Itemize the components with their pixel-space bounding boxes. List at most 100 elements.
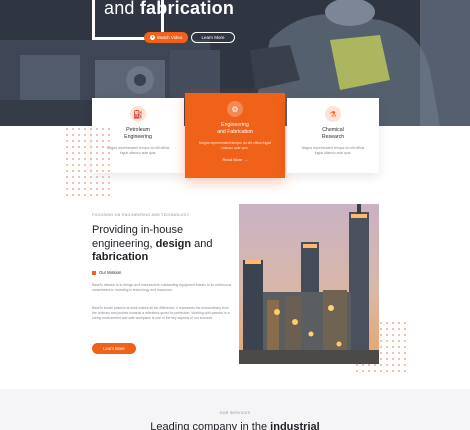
dot [392,346,394,348]
dot [72,140,74,142]
dot [84,188,86,190]
dot [380,364,382,366]
read-more-link[interactable]: Read More → [185,157,285,162]
dot [108,128,110,130]
dot [96,152,98,154]
hero-learn-more-button[interactable]: Learn More [191,32,235,43]
dot [398,322,400,324]
dot [380,328,382,330]
dot [102,188,104,190]
dot [96,176,98,178]
dot [72,164,74,166]
dot [78,182,80,184]
about-learn-more-button[interactable]: Learn More [92,343,136,354]
dot [72,188,74,190]
dot [404,340,406,342]
dot [72,152,74,154]
dot [102,128,104,130]
dot [72,158,74,160]
dot [108,146,110,148]
dot [90,134,92,136]
mission-heading: Our Mission [92,270,121,275]
dot [90,140,92,142]
dot [66,128,68,130]
dot [404,328,406,330]
dot [90,128,92,130]
dot [72,182,74,184]
dot [72,194,74,196]
dot [392,322,394,324]
services-eyebrow: OUR SERVICES [219,411,251,415]
dot [72,134,74,136]
dot [392,328,394,330]
dot [78,152,80,154]
dot [404,370,406,372]
dot [398,358,400,360]
dot [90,194,92,196]
dot [78,128,80,130]
about-title: Providing in-house engineering, design a… [92,224,213,263]
dot [380,352,382,354]
dot [386,328,388,330]
dot [386,346,388,348]
dot [362,364,364,366]
dot [78,194,80,196]
dot [404,334,406,336]
dot [380,322,382,324]
dot [72,146,74,148]
dot [84,170,86,172]
dot [66,158,68,160]
dot [84,182,86,184]
dot [66,152,68,154]
hero-title-regular: and [104,0,135,18]
dot [84,140,86,142]
dot [90,164,92,166]
arrow-right-icon: → [243,157,248,162]
dot [108,152,110,154]
mission-paragraph: Basel's mission is to design and manufac… [92,283,232,293]
about-eyebrow: FOCUSING ON ENGINEERING AND TECHNOLOGY [92,213,190,217]
dot [356,364,358,366]
dot [102,146,104,148]
passion-paragraph: Basel's innate passion at work makes all… [92,306,230,321]
dot [102,194,104,196]
dot [96,182,98,184]
dot [66,146,68,148]
dot [66,140,68,142]
hero-title: and fabrication [104,0,234,19]
dot [96,170,98,172]
dot [90,176,92,178]
dot [386,352,388,354]
dot [368,370,370,372]
service-card-fabrication[interactable]: ⚙ Engineering and Fabrication Magna repr… [185,93,285,178]
dot [404,346,406,348]
dot [78,188,80,190]
dot [404,358,406,360]
refinery-image [239,204,379,364]
hero-title-bold: fabrication [139,0,235,18]
card-text: Magna reprehenderit tempor do elit offic… [199,141,271,150]
dot [90,146,92,148]
dot [386,358,388,360]
dot [66,194,68,196]
dot [362,370,364,372]
dot [398,334,400,336]
dot [386,322,388,324]
dot [78,134,80,136]
dot [392,370,394,372]
dot [404,322,406,324]
dot [404,352,406,354]
card-title: Chemical Research [321,127,345,140]
dot [392,334,394,336]
dot [108,134,110,136]
dot [108,164,110,166]
dot [90,158,92,160]
dot [84,146,86,148]
dot [84,128,86,130]
service-card-chemical[interactable]: ⚗ Chemical Research Magna reprehenderit … [287,98,379,173]
dot [102,134,104,136]
dot [96,140,98,142]
dot [66,182,68,184]
watch-video-button[interactable]: Watch Video [144,32,189,43]
dot [102,152,104,154]
